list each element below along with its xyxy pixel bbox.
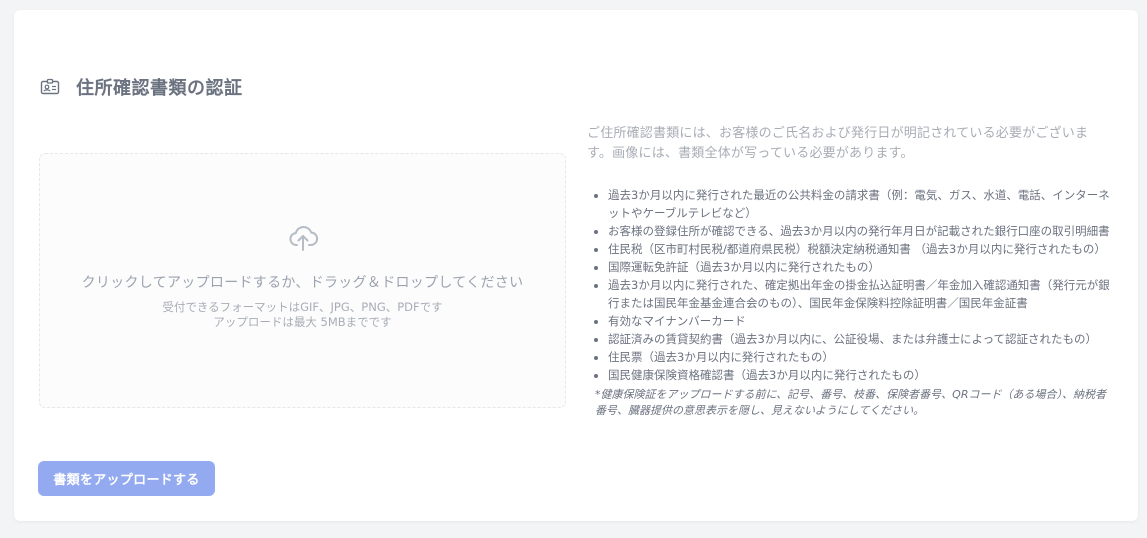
list-item: 認証済みの賃貸契約書（過去3か月以内に、公証役場、または弁護士によって認証された…	[608, 330, 1112, 348]
list-item: 住民票（過去3か月以内に発行されたもの）	[608, 348, 1112, 366]
list-item: 国際運転免許証（過去3か月以内に発行されたもの）	[608, 258, 1112, 276]
section-heading: 住所確認書類の認証	[40, 74, 243, 100]
dropzone-hints: 受付できるフォーマットはGIF、JPG、PNG、PDFです アップロードは最大 …	[40, 300, 565, 330]
cloud-upload-icon	[287, 221, 319, 253]
max-size-text: アップロードは最大 5MBまでです	[213, 315, 392, 329]
file-dropzone[interactable]: クリックしてアップロードするか、ドラッグ＆ドロップしてください 受付できるフォー…	[39, 153, 566, 408]
list-item: 国民健康保険資格確認書（過去3か月以内に発行されたもの）	[608, 366, 1112, 384]
dropzone-instruction: クリックしてアップロードするか、ドラッグ＆ドロップしてください	[81, 275, 524, 291]
requirements-panel: ご住所確認書類には、お客様のご氏名および発行日が明記されている必要がございます。…	[587, 124, 1112, 419]
id-card-icon	[40, 77, 60, 97]
list-item: お客様の登録住所が確認できる、過去3か月以内の発行年月日が記載された銀行口座の取…	[608, 222, 1112, 240]
accepted-formats-text: 受付できるフォーマットはGIF、JPG、PNG、PDFです	[162, 300, 443, 314]
upload-document-button[interactable]: 書類をアップロードする	[38, 461, 215, 496]
health-insurance-note: *健康保険証をアップロードする前に、記号、番号、枝番、保険者番号、QRコード（あ…	[595, 388, 1106, 417]
list-item: 住民税（区市町村民税/都道府県民税）税額決定納税通知書 （過去3か月以内に発行さ…	[608, 240, 1112, 258]
list-item: 有効なマイナンバーカード	[608, 312, 1112, 330]
accepted-documents-list: 過去3か月以内に発行された最近の公共料金の請求書（例：電気、ガス、水道、電話、イ…	[587, 186, 1112, 384]
section-title: 住所確認書類の認証	[76, 78, 243, 99]
requirements-intro: ご住所確認書類には、お客様のご氏名および発行日が明記されている必要がございます。…	[587, 126, 1089, 161]
list-item: 過去3か月以内に発行された最近の公共料金の請求書（例：電気、ガス、水道、電話、イ…	[608, 186, 1112, 222]
list-item: 過去3か月以内に発行された、確定拠出年金の掛金払込証明書／年金加入確認通知書（発…	[608, 276, 1112, 312]
address-verification-card: 住所確認書類の認証 クリックしてアップロードするか、ドラッグ＆ドロップしてくださ…	[14, 10, 1138, 521]
